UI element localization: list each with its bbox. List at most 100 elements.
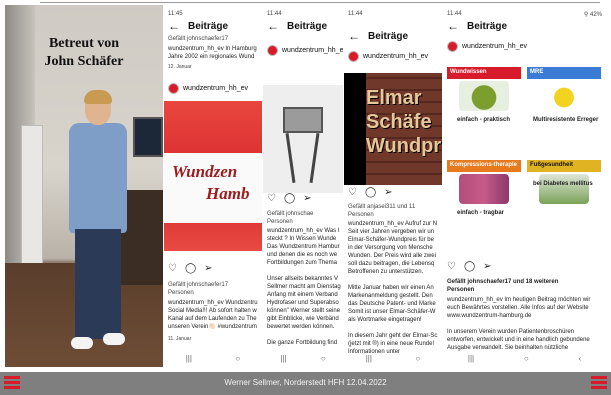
liked-by-suffix: Personen — [267, 219, 293, 225]
page-title: Beiträge — [467, 20, 508, 32]
share-icon[interactable]: ➢ — [384, 187, 392, 198]
tile-header: Wundwissen — [447, 67, 521, 79]
legs-image — [459, 174, 509, 204]
status-time: 11:45 — [168, 11, 183, 17]
post-actions: ♡ ◯ ➢ — [348, 187, 393, 198]
avatar — [348, 51, 359, 62]
image-shade — [344, 73, 366, 185]
image-logo-text: Wundzen Hamb — [172, 161, 249, 205]
tile-header: Kompressions-therapie — [447, 160, 521, 172]
mascot-image — [539, 81, 589, 111]
comment-icon[interactable]: ◯ — [365, 187, 376, 198]
back-arrow-icon[interactable]: ← — [168, 19, 180, 33]
image-text: Schäfe — [366, 111, 432, 133]
back-arrow-icon[interactable]: ← — [447, 19, 459, 33]
tile-header: Fußgesundheit — [527, 160, 601, 172]
tile-caption: einfach - praktisch — [457, 117, 511, 123]
back-nav-icon[interactable]: ‹ — [578, 354, 581, 363]
post-actions: ♡ ◯ ➢ — [168, 263, 213, 274]
post-image[interactable] — [263, 85, 343, 193]
door — [21, 125, 43, 275]
nav-bar: ← Beiträge — [348, 29, 408, 43]
nav-bar: ← Beiträge — [447, 19, 507, 33]
image-text: Wundpr — [366, 135, 442, 157]
status-battery: ⚲ 42% — [583, 12, 602, 18]
status-time: 11:44 — [348, 11, 363, 17]
recent-apps-icon[interactable]: ||| — [280, 354, 286, 363]
status-time: 11:44 — [267, 11, 282, 17]
post-caption: Jahre 2002 ein regionales Wund — [168, 54, 255, 60]
avatar — [447, 41, 458, 52]
logo-icon — [4, 375, 20, 391]
tile-caption: bei Diabetes mellitus — [533, 181, 593, 187]
pants — [75, 229, 121, 339]
account-name: wundzentrum_hh_ev — [363, 53, 428, 60]
recent-apps-icon[interactable]: ||| — [366, 354, 372, 363]
account-row[interactable]: wundzentrum_hh_ev — [168, 83, 248, 94]
hair — [84, 90, 112, 104]
footer-bar: Werner Sellmer, Norderstedt HFH 12.04.20… — [0, 372, 611, 395]
device-leg — [285, 133, 296, 183]
back-arrow-icon[interactable]: ← — [348, 29, 360, 43]
account-name: wundzentrum_hh_ev — [282, 47, 343, 54]
share-icon[interactable]: ➢ — [303, 193, 311, 204]
avatar — [267, 45, 278, 56]
logo-line: Hamb — [206, 184, 250, 203]
tile-header: MRE — [527, 67, 601, 79]
post-image[interactable]: Elmar Schäfe Wundpr — [344, 73, 442, 185]
account-row[interactable]: wundzentrum_hh_ev — [267, 45, 343, 56]
person — [63, 90, 133, 363]
back-arrow-icon[interactable]: ← — [267, 19, 279, 33]
top-divider — [40, 2, 600, 3]
post-actions: ♡ ◯ ➢ — [267, 193, 312, 204]
post-text: wundzentrum_hh_ev Was l steckt ? In Wiss… — [267, 228, 341, 346]
heart-icon[interactable]: ♡ — [267, 193, 276, 204]
logo-line: Wundzen — [172, 162, 238, 181]
shoe — [103, 333, 125, 345]
heart-icon[interactable]: ♡ — [447, 261, 456, 272]
image-text: Elmar — [366, 87, 422, 109]
heart-icon[interactable]: ♡ — [348, 187, 357, 198]
post-actions: ♡ ◯ ➢ — [447, 261, 492, 272]
system-nav: ||| ○ — [164, 354, 262, 363]
share-icon[interactable]: ➢ — [483, 261, 491, 272]
home-icon[interactable]: ○ — [415, 354, 420, 363]
brochure-tile[interactable]: Wundwissen — [447, 67, 521, 111]
comment-icon[interactable]: ◯ — [464, 261, 475, 272]
post-image[interactable]: Wundzen Hamb — [164, 101, 262, 251]
footer-text: Werner Sellmer, Norderstedt HFH 12.04.20… — [224, 378, 387, 387]
account-row[interactable]: wundzentrum_hh_ev — [447, 41, 527, 52]
comment-icon[interactable]: ◯ — [185, 263, 196, 274]
device-body — [283, 107, 323, 133]
monitor — [133, 117, 163, 157]
page-title: Beiträge — [368, 30, 409, 42]
photo-panel: Betreut von John Schäfer — [5, 5, 163, 367]
photo-caption: Betreut von John Schäfer — [5, 35, 163, 71]
comment-icon[interactable]: ◯ — [284, 193, 295, 204]
page-title: Beiträge — [287, 20, 328, 32]
home-icon[interactable]: ○ — [321, 354, 326, 363]
heart-icon[interactable]: ♡ — [168, 263, 177, 274]
system-nav: ||| ○ — [263, 354, 343, 363]
logo-icon — [591, 375, 607, 391]
shirt — [69, 123, 127, 233]
share-icon[interactable]: ➢ — [204, 263, 212, 274]
post-text: wundzentrum_hh_ev Wundzentru Social Medi… — [168, 300, 258, 330]
caption-line: Betreut von — [48, 36, 120, 51]
tile-caption: einfach - tragbar — [457, 210, 505, 216]
account-row[interactable]: wundzentrum_hh_ev — [348, 51, 428, 62]
liked-by: Gefällt johnschae — [267, 211, 314, 217]
recent-apps-icon[interactable]: ||| — [186, 354, 192, 363]
brochure-tile[interactable]: MRE — [527, 67, 601, 111]
post-date: 11. Januar — [168, 336, 192, 342]
nav-bar: ← Beiträge — [267, 19, 327, 33]
liked-by: Gefällt johnschaefer17 — [168, 282, 229, 288]
recent-apps-icon[interactable]: ||| — [468, 354, 474, 363]
brochure-tile[interactable]: Kompressions-therapie — [447, 160, 521, 204]
caption-line: John Schäfer — [44, 54, 124, 69]
phone-screenshot-2: 11:44 ← Beiträge wundzentrum_hh_ev ♡ ◯ ➢… — [263, 5, 343, 367]
home-icon[interactable]: ○ — [235, 354, 240, 363]
home-icon[interactable]: ○ — [524, 354, 529, 363]
account-name: wundzentrum_hh_ev — [462, 43, 527, 50]
tile-caption: Multiresistente Erreger — [533, 117, 599, 123]
